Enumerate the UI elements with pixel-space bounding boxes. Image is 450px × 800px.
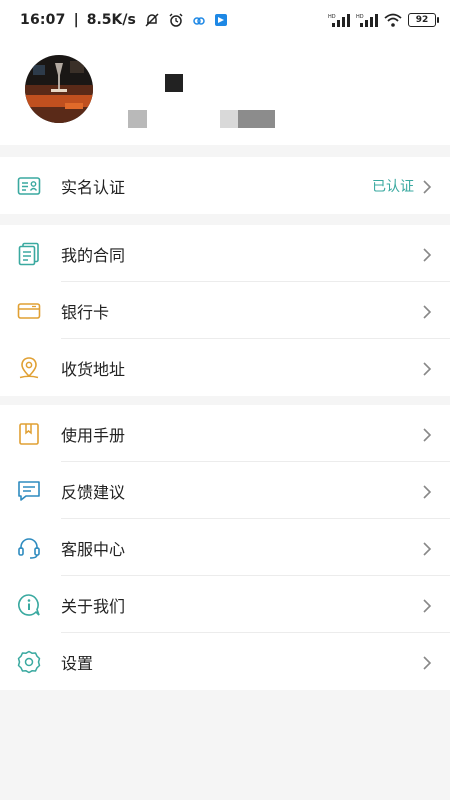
- avatar[interactable]: [25, 55, 93, 123]
- chevron-right-icon: [422, 598, 432, 613]
- verification-status: 已认证: [372, 178, 414, 195]
- redacted-info-1: [128, 110, 147, 128]
- signal-icon-2: HD: [356, 13, 378, 27]
- list-item-label: 收货地址: [61, 359, 126, 379]
- app-notification-icon: [214, 13, 228, 27]
- svg-text:HD: HD: [328, 14, 336, 20]
- chevron-right-icon: [422, 247, 432, 262]
- cloud-sync-icon: [192, 13, 206, 27]
- profile-header[interactable]: [0, 40, 450, 145]
- list-item-feedback[interactable]: 反馈建议: [0, 462, 450, 519]
- list-item-label: 我的合同: [61, 245, 126, 265]
- verification-label: 实名认证: [61, 177, 126, 197]
- chevron-right-icon: [422, 179, 432, 194]
- redacted-name: [165, 74, 183, 92]
- contract-icon: [17, 242, 41, 266]
- chevron-right-icon: [422, 427, 432, 442]
- bank-card-icon: [17, 299, 41, 323]
- wifi-icon: [384, 13, 402, 27]
- id-card-icon: [17, 174, 41, 198]
- status-bar: 16:07 | 8.5K/s HD HD 92: [0, 0, 450, 40]
- list-item-label: 反馈建议: [61, 482, 126, 502]
- feedback-icon: [17, 479, 41, 503]
- support-group: 使用手册 反馈建议 客服中心 关于我们 设置: [0, 405, 450, 690]
- chevron-right-icon: [422, 541, 432, 556]
- list-item-settings[interactable]: 设置: [0, 633, 450, 690]
- list-item-service-center[interactable]: 客服中心: [0, 519, 450, 576]
- list-item-label: 使用手册: [61, 425, 126, 445]
- manual-icon: [17, 422, 41, 446]
- list-item-manual[interactable]: 使用手册: [0, 405, 450, 462]
- list-item-label: 设置: [61, 653, 94, 673]
- battery-icon: 92: [408, 13, 439, 27]
- alarm-icon: [168, 12, 184, 28]
- list-item-label: 关于我们: [61, 596, 126, 616]
- mute-bell-icon: [144, 12, 160, 28]
- location-icon: [17, 356, 41, 380]
- list-item-about-us[interactable]: 关于我们: [0, 576, 450, 633]
- status-time: 16:07: [20, 12, 66, 28]
- verification-row[interactable]: 实名认证 已认证: [0, 157, 450, 214]
- gear-icon: [17, 650, 41, 674]
- chevron-right-icon: [422, 484, 432, 499]
- redacted-info-2: [220, 110, 238, 128]
- chevron-right-icon: [422, 361, 432, 376]
- status-right: HD HD 92: [328, 13, 439, 27]
- verification-group: 实名认证 已认证: [0, 157, 450, 214]
- status-left: 16:07 | 8.5K/s: [20, 12, 228, 28]
- list-item-address[interactable]: 收货地址: [0, 339, 450, 396]
- list-item-label: 银行卡: [61, 302, 110, 322]
- account-group: 我的合同 银行卡 收货地址: [0, 225, 450, 396]
- status-separator: |: [73, 12, 79, 28]
- list-item-label: 客服中心: [61, 539, 126, 559]
- redacted-info-3: [238, 110, 275, 128]
- chevron-right-icon: [422, 655, 432, 670]
- info-icon: [17, 593, 41, 617]
- network-speed: 8.5K/s: [86, 12, 136, 28]
- list-item-bank-card[interactable]: 银行卡: [0, 282, 450, 339]
- chevron-right-icon: [422, 304, 432, 319]
- svg-text:HD: HD: [356, 14, 364, 20]
- list-item-contract[interactable]: 我的合同: [0, 225, 450, 282]
- signal-icon: HD: [328, 13, 350, 27]
- headset-icon: [17, 536, 41, 560]
